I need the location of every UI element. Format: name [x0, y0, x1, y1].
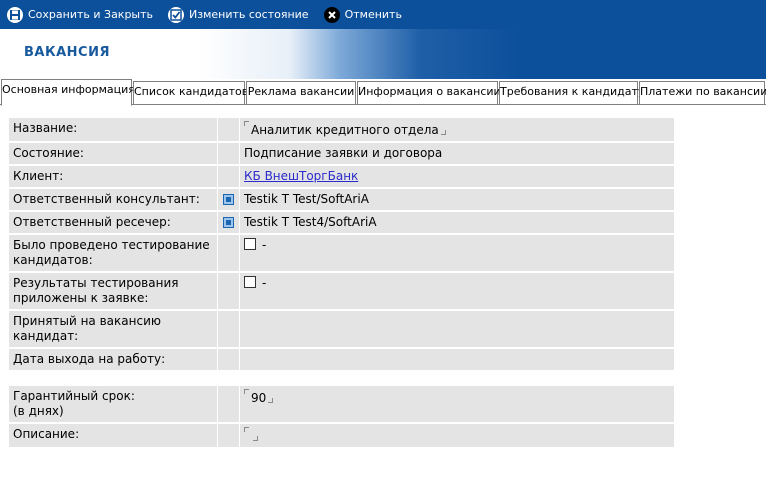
cancel-button[interactable]: Отменить: [323, 6, 402, 23]
client-link[interactable]: КБ ВнешТоргБанк: [244, 169, 358, 183]
testing-attached-value: -: [262, 276, 267, 290]
form-row-start-date: Дата выхода на работу:: [9, 349, 674, 370]
start-date-value: [240, 349, 674, 370]
description-field[interactable]: [240, 424, 674, 447]
close-icon: [323, 6, 340, 23]
form-row-researcher: Ответственный ресечер: Testik T Test4/So…: [9, 212, 674, 233]
form-row-testing-attached: Результаты тестирования приложены к заяв…: [9, 273, 674, 309]
testing-attached-label: Результаты тестирования приложены к заяв…: [9, 273, 217, 309]
cancel-label: Отменить: [344, 8, 402, 21]
tab-requirements[interactable]: Требования к кандидату: [499, 81, 644, 104]
name-field[interactable]: Аналитик кредитного отдела: [240, 118, 674, 141]
tab-main-info[interactable]: Основная информация: [1, 79, 135, 106]
form-row-client: Клиент: КБ ВнешТоргБанк: [9, 166, 674, 187]
save-close-label: Сохранить и Закрыть: [28, 8, 154, 21]
tab-vacancy-info[interactable]: Информация о вакансии: [357, 81, 501, 104]
page-header: ВАКАНСИЯ: [0, 29, 766, 79]
testing-done-value: -: [262, 238, 267, 252]
state-value: Подписание заявки и договора: [240, 143, 674, 164]
accepted-candidate-label: Принятый на вакансию кандидат:: [9, 311, 217, 347]
tab-candidates[interactable]: Список кандидатов: [133, 81, 249, 104]
page-title: ВАКАНСИЯ: [24, 45, 110, 60]
client-label: Клиент:: [9, 166, 217, 187]
tab-label: Список кандидатов: [134, 85, 249, 98]
tab-label: Информация о вакансии: [358, 85, 501, 98]
testing-done-label: Было проведено тестирование кандидатов:: [9, 235, 217, 271]
save-icon: [7, 6, 23, 23]
save-close-button[interactable]: Сохранить и Закрыть: [7, 6, 154, 23]
tab-label: Требования к кандидату: [500, 85, 645, 98]
testing-attached-checkbox[interactable]: [244, 276, 256, 288]
warranty-label: Гарантийный срок: (в днях): [9, 386, 217, 422]
change-state-button[interactable]: Изменить состояние: [168, 6, 309, 23]
researcher-value: Testik T Test4/SoftAriA: [240, 212, 674, 233]
description-label: Описание:: [9, 424, 217, 447]
accepted-candidate-value: [240, 311, 674, 347]
form-row-accepted-candidate: Принятый на вакансию кандидат:: [9, 311, 674, 347]
vacancy-form: Название: Аналитик кредитного отдела Сос…: [9, 116, 674, 449]
form-row-name: Название: Аналитик кредитного отдела: [9, 118, 674, 141]
tab-label: Платежи по вакансии: [640, 85, 766, 98]
tab-label: Реклама вакансии: [247, 85, 355, 98]
tab-advertising[interactable]: Реклама вакансии: [246, 81, 356, 104]
form-row-consultant: Ответственный консультант: Testik T Test…: [9, 189, 674, 210]
name-value: Аналитик кредитного отдела: [251, 123, 439, 137]
tab-label: Основная информация: [2, 83, 135, 96]
warranty-field[interactable]: 90: [240, 386, 674, 422]
toolbar: Сохранить и Закрыть Изменить состояние О…: [0, 0, 766, 29]
form-row-description: Описание:: [9, 424, 674, 447]
testing-done-checkbox[interactable]: [244, 238, 256, 250]
change-state-label: Изменить состояние: [189, 8, 309, 21]
form-row-warranty: Гарантийный срок: (в днях) 90: [9, 386, 674, 422]
warranty-value: 90: [251, 391, 267, 405]
state-label: Состояние:: [9, 143, 217, 164]
researcher-label: Ответственный ресечер:: [9, 212, 217, 233]
tab-payments[interactable]: Платежи по вакансии: [639, 81, 766, 104]
consultant-label: Ответственный консультант:: [9, 189, 217, 210]
checkmark-icon: [168, 6, 185, 23]
tab-bar: Основная информация Список кандидатов Ре…: [0, 79, 766, 106]
person-icon[interactable]: [223, 217, 234, 228]
form-row-state: Состояние: Подписание заявки и договора: [9, 143, 674, 164]
start-date-label: Дата выхода на работу:: [9, 349, 217, 370]
form-row-testing-done: Было проведено тестирование кандидатов: …: [9, 235, 674, 271]
name-label: Название:: [9, 118, 217, 141]
consultant-value: Testik T Test/SoftAriA: [240, 189, 674, 210]
person-icon[interactable]: [223, 194, 234, 205]
